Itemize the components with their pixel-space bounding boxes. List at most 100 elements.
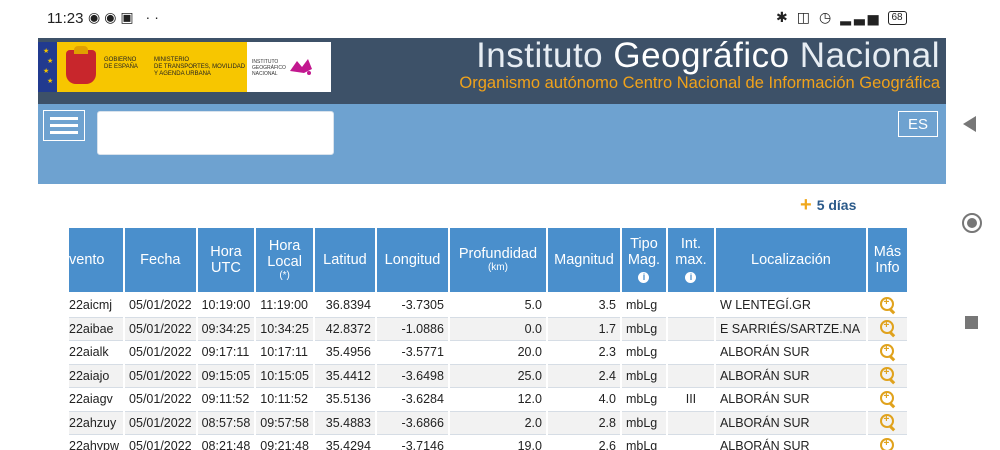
cell-profundidad: 12.0 [449, 388, 546, 412]
back-icon[interactable] [963, 116, 976, 132]
cell-longitud: -3.6498 [376, 364, 448, 388]
cell-localizacion: E SARRIÉS/SARTZE.NA [715, 317, 866, 341]
cell-tipo-mag: mbLg [621, 317, 666, 341]
search-input[interactable] [97, 111, 334, 155]
zoom-in-icon[interactable]: + [880, 390, 896, 408]
status-time: 11:23 [47, 10, 84, 27]
cell-fecha: 05/01/2022 [125, 388, 196, 412]
cell-tipo-mag: mbLg [621, 364, 666, 388]
cell-magnitud: 4.0 [547, 388, 620, 412]
cell-mas-info[interactable]: + [867, 294, 907, 318]
zoom-in-icon[interactable]: + [880, 296, 896, 314]
days-filter-link[interactable]: + 5 días [800, 195, 856, 215]
zoom-in-icon[interactable]: + [880, 367, 896, 385]
cell-localizacion: ALBORÁN SUR [715, 411, 866, 435]
cell-int-max [667, 341, 714, 365]
col-localizacion[interactable]: Localización [715, 228, 866, 294]
cell-fecha: 05/01/2022 [125, 317, 196, 341]
col-longitud[interactable]: Longitud [376, 228, 448, 294]
menu-button[interactable] [43, 110, 85, 141]
table-row[interactable]: 22aialk 05/01/2022 09:17:11 10:17:11 35.4956… [69, 341, 907, 365]
col-profundidad[interactable]: Profundidad (km) [449, 228, 546, 294]
col-evento[interactable]: vento [69, 228, 124, 294]
cell-mas-info[interactable]: + [867, 388, 907, 412]
cell-evento: 22aibae [69, 317, 124, 341]
cell-evento: 22ahypw [69, 435, 124, 450]
table-row[interactable]: 22ahzuy 05/01/2022 08:57:58 09:57:58 35.4883… [69, 411, 907, 435]
cell-mas-info[interactable]: + [867, 435, 907, 450]
cell-profundidad: 19.0 [449, 435, 546, 450]
cell-magnitud: 2.8 [547, 411, 620, 435]
page-title: Instituto Geográfico Nacional [476, 36, 940, 75]
zoom-in-icon[interactable]: + [880, 343, 896, 361]
cell-latitud: 35.4412 [314, 364, 375, 388]
recents-icon[interactable] [965, 316, 978, 329]
cell-hora-local: 10:15:05 [256, 364, 313, 388]
gov-name: GOBIERNO DE ESPAÑA [104, 57, 138, 70]
cell-localizacion: ALBORÁN SUR [715, 341, 866, 365]
cell-profundidad: 25.0 [449, 364, 546, 388]
status-bar: 11:23 ◉◉▣ ·· ✱ ◫ ◷ ▂▃▅ 68 [0, 0, 1000, 38]
vibrate-icon: ◫ [796, 9, 813, 25]
cell-fecha: 05/01/2022 [125, 294, 196, 318]
zoom-in-icon[interactable]: + [880, 320, 896, 338]
page-subtitle: Organismo autónomo Centro Nacional de In… [459, 74, 940, 92]
cell-hora-local: 09:21:48 [256, 435, 313, 450]
cell-longitud: -3.6284 [376, 388, 448, 412]
cell-tipo-mag: mbLg [621, 294, 666, 318]
cell-magnitud: 2.3 [547, 341, 620, 365]
col-hora-local[interactable]: Hora Local (*) [256, 228, 313, 294]
cell-fecha: 05/01/2022 [125, 411, 196, 435]
table-row[interactable]: 22aibae 05/01/2022 09:34:25 10:34:25 42.8372… [69, 317, 907, 341]
info-icon[interactable]: i [685, 272, 697, 283]
col-mas-info[interactable]: Más Info [867, 228, 907, 294]
cell-hora-local: 11:19:00 [256, 294, 313, 318]
col-int-max[interactable]: Int. max. i [667, 228, 714, 294]
cell-longitud: -3.7305 [376, 294, 448, 318]
cell-latitud: 36.8394 [314, 294, 375, 318]
col-latitud[interactable]: Latitud [314, 228, 375, 294]
cell-longitud: -3.7146 [376, 435, 448, 450]
bluetooth-icon: ✱ [776, 9, 791, 25]
cell-hora-utc: 09:17:11 [197, 341, 255, 365]
cell-mas-info[interactable]: + [867, 364, 907, 388]
cell-hora-utc: 10:19:00 [197, 294, 255, 318]
cell-localizacion: W LENTEGÍ.GR [715, 294, 866, 318]
cell-longitud: -1.0886 [376, 317, 448, 341]
home-icon[interactable] [962, 213, 982, 233]
cell-mas-info[interactable]: + [867, 341, 907, 365]
cell-hora-local: 09:57:58 [256, 411, 313, 435]
cell-hora-utc: 08:21:48 [197, 435, 255, 450]
cell-int-max [667, 411, 714, 435]
notification-icons: ◉◉▣ ·· [88, 9, 163, 25]
zoom-in-icon[interactable]: + [880, 414, 896, 432]
table-row[interactable]: 22aiajo 05/01/2022 09:15:05 10:15:05 35.4412… [69, 364, 907, 388]
table-header-row: vento Fecha Hora UTC Hora Local (*) Latitud… [69, 228, 907, 294]
table-row[interactable]: 22aicmj 05/01/2022 10:19:00 11:19:00 36.8394… [69, 294, 907, 318]
cell-hora-local: 10:11:52 [256, 388, 313, 412]
col-tipo-mag[interactable]: Tipo Mag. i [621, 228, 666, 294]
cell-latitud: 35.4956 [314, 341, 375, 365]
cell-mas-info[interactable]: + [867, 317, 907, 341]
cell-latitud: 35.4294 [314, 435, 375, 450]
col-fecha[interactable]: Fecha [125, 228, 196, 294]
cell-tipo-mag: mbLg [621, 435, 666, 450]
col-magnitud[interactable]: Magnitud [547, 228, 620, 294]
cell-fecha: 05/01/2022 [125, 341, 196, 365]
zoom-in-icon[interactable]: + [880, 437, 896, 450]
table-row[interactable]: 22ahypw 05/01/2022 08:21:48 09:21:48 35.4294… [69, 435, 907, 450]
col-hora-utc[interactable]: Hora UTC [197, 228, 255, 294]
info-icon[interactable]: i [638, 272, 650, 283]
ign-small-text: INSTITUTO GEOGRÁFICO NACIONAL [252, 59, 286, 77]
language-button[interactable]: ES [898, 111, 938, 137]
cell-hora-utc: 09:11:52 [197, 388, 255, 412]
cell-int-max [667, 435, 714, 450]
alarm-icon: ◷ [818, 9, 835, 25]
eu-flag-icon: ★ ★ ★ ★ [38, 42, 57, 92]
table-row[interactable]: 22aiagv 05/01/2022 09:11:52 10:11:52 35.5136… [69, 388, 907, 412]
ministry-name: MINISTERIO DE TRANSPORTES, MOVILIDAD Y A… [154, 57, 246, 77]
cell-hora-local: 10:17:11 [256, 341, 313, 365]
cell-mas-info[interactable]: + [867, 411, 907, 435]
cell-magnitud: 1.7 [547, 317, 620, 341]
cell-latitud: 35.5136 [314, 388, 375, 412]
